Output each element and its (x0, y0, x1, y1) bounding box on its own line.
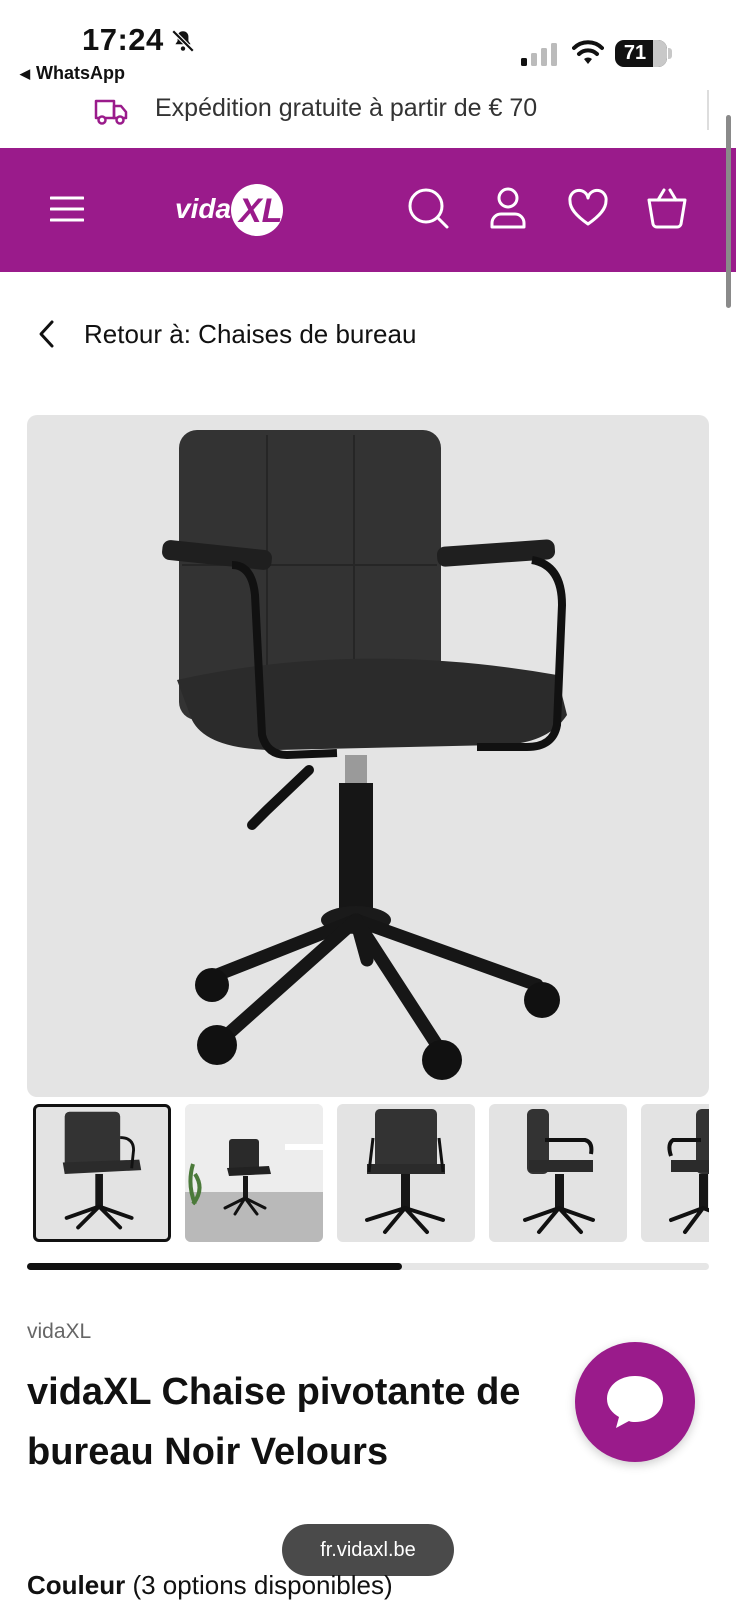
status-time: 17:24 (82, 22, 164, 57)
product-title: vidaXL Chaise pivotante de bureau Noir V… (27, 1371, 521, 1473)
thumbnail-4-image (523, 1109, 595, 1234)
thumbnail-4[interactable] (489, 1104, 627, 1242)
back-triangle-icon: ◀ (20, 66, 30, 81)
battery-level: 71 (623, 42, 647, 64)
account-icon[interactable] (488, 186, 528, 230)
vidaxl-logo[interactable]: vida XL (173, 182, 285, 238)
wifi-icon (572, 40, 604, 64)
search-icon[interactable] (406, 186, 450, 230)
thumbnail-5[interactable] (641, 1104, 709, 1242)
thumbnail-3[interactable] (337, 1104, 475, 1242)
bell-off-icon (171, 29, 195, 53)
browser-url-pill[interactable]: fr.vidaxl.be (282, 1524, 454, 1576)
banner-divider (707, 90, 709, 130)
color-selector-heading: Couleur (3 options disponibles) (27, 1570, 393, 1600)
office-chair-image (162, 430, 567, 1080)
svg-text:vida: vida (175, 193, 231, 224)
product-main-image[interactable] (27, 415, 709, 1097)
thumbnail-2[interactable] (185, 1104, 323, 1242)
hamburger-menu-icon[interactable] (50, 194, 84, 224)
battery-icon: 71 (615, 40, 667, 67)
svg-text:XL: XL (237, 192, 282, 230)
back-to-app-link[interactable]: ◀ WhatsApp (20, 63, 125, 84)
chevron-left-icon (39, 320, 54, 348)
site-header: vida XL (0, 148, 736, 272)
wishlist-heart-icon[interactable] (567, 188, 609, 228)
delivery-truck-icon (94, 99, 128, 125)
color-label: Couleur (27, 1570, 126, 1600)
page-scrollbar[interactable] (726, 115, 731, 308)
battery-tip (668, 48, 672, 59)
color-options-count: (3 options disponibles) (132, 1570, 393, 1600)
product-brand[interactable]: vidaXL (27, 1320, 91, 1344)
thumbnail-5-image (667, 1109, 709, 1234)
chat-bubble-icon (607, 1376, 663, 1428)
thumbnail-strip[interactable] (33, 1104, 709, 1244)
thumbnail-1[interactable] (33, 1104, 171, 1242)
back-app-label: WhatsApp (36, 63, 125, 83)
breadcrumb-label: Retour à: Chaises de bureau (84, 318, 417, 349)
thumbnail-2-image (185, 1104, 323, 1242)
chat-button[interactable] (575, 1342, 695, 1462)
shopping-basket-icon[interactable] (646, 186, 688, 230)
shipping-banner[interactable]: Expédition gratuite à partir de € 70 (0, 90, 736, 148)
shipping-text: Expédition gratuite à partir de € 70 (155, 94, 538, 122)
status-bar: 17:24 ◀ WhatsApp 71 (0, 0, 736, 90)
thumbnail-1-image (62, 1111, 142, 1230)
cellular-signal-icon (521, 43, 557, 66)
breadcrumb[interactable]: Retour à: Chaises de bureau (36, 314, 416, 354)
gallery-scroll-progress (27, 1263, 709, 1270)
thumbnail-3-image (365, 1109, 445, 1234)
gallery-scroll-progress-fill (27, 1263, 403, 1270)
